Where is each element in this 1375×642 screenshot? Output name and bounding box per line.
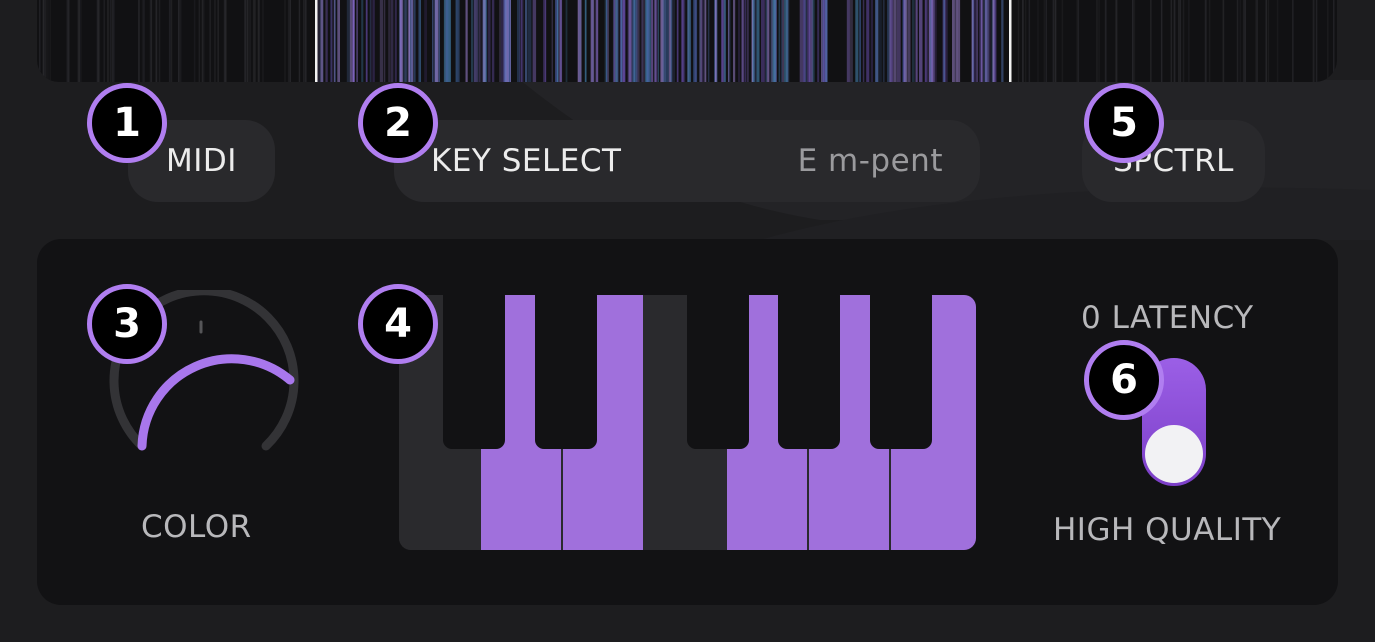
black-key[interactable]	[535, 295, 597, 449]
piano-keyboard-icon[interactable]	[399, 295, 976, 550]
spectrum-display	[37, 0, 1337, 82]
badge-3: 3	[87, 284, 167, 364]
key-select-value: E m-pent	[797, 143, 943, 179]
key-select-dropdown[interactable]: KEY SELECT E m-pent	[394, 120, 980, 202]
black-key[interactable]	[778, 295, 840, 449]
badge-2: 2	[358, 83, 438, 163]
badge-1: 1	[87, 83, 167, 163]
key-select-label: KEY SELECT	[431, 143, 622, 179]
badge-5: 5	[1084, 83, 1164, 163]
piano-keys	[399, 295, 976, 550]
black-key[interactable]	[687, 295, 749, 449]
badge-4: 4	[358, 284, 438, 364]
latency-label: 0 LATENCY	[1081, 300, 1254, 336]
black-key[interactable]	[443, 295, 505, 449]
toggle-thumb[interactable]	[1145, 425, 1203, 483]
black-key[interactable]	[870, 295, 932, 449]
spectrum-bars	[39, 0, 1335, 82]
high-quality-label: HIGH QUALITY	[1053, 512, 1282, 548]
midi-label: MIDI	[166, 143, 237, 179]
color-label: COLOR	[141, 509, 252, 545]
badge-6: 6	[1084, 340, 1164, 420]
